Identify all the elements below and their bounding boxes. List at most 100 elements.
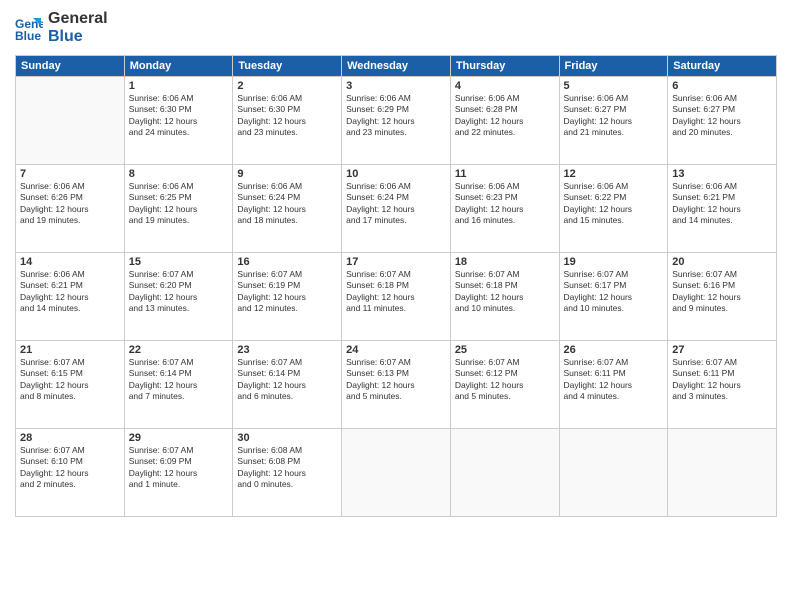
day-number: 19 (564, 256, 664, 268)
day-number: 11 (455, 168, 555, 180)
day-info: Sunrise: 6:07 AMSunset: 6:18 PMDaylight:… (346, 269, 446, 315)
day-cell: 16Sunrise: 6:07 AMSunset: 6:19 PMDayligh… (233, 252, 342, 340)
day-info: Sunrise: 6:06 AMSunset: 6:30 PMDaylight:… (129, 93, 229, 139)
day-cell: 10Sunrise: 6:06 AMSunset: 6:24 PMDayligh… (342, 164, 451, 252)
day-number: 2 (237, 80, 337, 92)
day-number: 15 (129, 256, 229, 268)
day-number: 25 (455, 344, 555, 356)
day-number: 7 (20, 168, 120, 180)
day-info: Sunrise: 6:06 AMSunset: 6:30 PMDaylight:… (237, 93, 337, 139)
day-info: Sunrise: 6:06 AMSunset: 6:23 PMDaylight:… (455, 181, 555, 227)
day-number: 9 (237, 168, 337, 180)
day-cell: 24Sunrise: 6:07 AMSunset: 6:13 PMDayligh… (342, 340, 451, 428)
svg-text:Blue: Blue (15, 29, 41, 42)
day-info: Sunrise: 6:07 AMSunset: 6:10 PMDaylight:… (20, 445, 120, 491)
day-info: Sunrise: 6:07 AMSunset: 6:18 PMDaylight:… (455, 269, 555, 315)
day-number: 17 (346, 256, 446, 268)
col-header-thursday: Thursday (450, 55, 559, 76)
day-cell: 3Sunrise: 6:06 AMSunset: 6:29 PMDaylight… (342, 76, 451, 164)
col-header-wednesday: Wednesday (342, 55, 451, 76)
day-info: Sunrise: 6:07 AMSunset: 6:11 PMDaylight:… (672, 357, 772, 403)
day-info: Sunrise: 6:07 AMSunset: 6:09 PMDaylight:… (129, 445, 229, 491)
day-number: 12 (564, 168, 664, 180)
col-header-monday: Monday (124, 55, 233, 76)
day-info: Sunrise: 6:08 AMSunset: 6:08 PMDaylight:… (237, 445, 337, 491)
day-cell: 17Sunrise: 6:07 AMSunset: 6:18 PMDayligh… (342, 252, 451, 340)
day-info: Sunrise: 6:06 AMSunset: 6:21 PMDaylight:… (672, 181, 772, 227)
day-cell (16, 76, 125, 164)
day-cell: 2Sunrise: 6:06 AMSunset: 6:30 PMDaylight… (233, 76, 342, 164)
day-number: 21 (20, 344, 120, 356)
day-info: Sunrise: 6:07 AMSunset: 6:19 PMDaylight:… (237, 269, 337, 315)
logo-line2: Blue (48, 28, 108, 46)
week-row-3: 14Sunrise: 6:06 AMSunset: 6:21 PMDayligh… (16, 252, 777, 340)
day-cell: 12Sunrise: 6:06 AMSunset: 6:22 PMDayligh… (559, 164, 668, 252)
col-header-saturday: Saturday (668, 55, 777, 76)
day-number: 16 (237, 256, 337, 268)
page-header: General Blue General Blue (15, 10, 777, 47)
col-header-tuesday: Tuesday (233, 55, 342, 76)
logo: General Blue General Blue (15, 10, 108, 47)
day-info: Sunrise: 6:07 AMSunset: 6:15 PMDaylight:… (20, 357, 120, 403)
day-cell: 19Sunrise: 6:07 AMSunset: 6:17 PMDayligh… (559, 252, 668, 340)
day-number: 8 (129, 168, 229, 180)
day-info: Sunrise: 6:06 AMSunset: 6:26 PMDaylight:… (20, 181, 120, 227)
week-row-1: 1Sunrise: 6:06 AMSunset: 6:30 PMDaylight… (16, 76, 777, 164)
day-cell: 20Sunrise: 6:07 AMSunset: 6:16 PMDayligh… (668, 252, 777, 340)
day-number: 27 (672, 344, 772, 356)
day-number: 22 (129, 344, 229, 356)
day-number: 30 (237, 432, 337, 444)
day-info: Sunrise: 6:06 AMSunset: 6:29 PMDaylight:… (346, 93, 446, 139)
week-row-4: 21Sunrise: 6:07 AMSunset: 6:15 PMDayligh… (16, 340, 777, 428)
day-info: Sunrise: 6:07 AMSunset: 6:12 PMDaylight:… (455, 357, 555, 403)
day-info: Sunrise: 6:06 AMSunset: 6:22 PMDaylight:… (564, 181, 664, 227)
day-info: Sunrise: 6:06 AMSunset: 6:21 PMDaylight:… (20, 269, 120, 315)
day-number: 5 (564, 80, 664, 92)
day-info: Sunrise: 6:06 AMSunset: 6:28 PMDaylight:… (455, 93, 555, 139)
week-row-2: 7Sunrise: 6:06 AMSunset: 6:26 PMDaylight… (16, 164, 777, 252)
day-info: Sunrise: 6:07 AMSunset: 6:17 PMDaylight:… (564, 269, 664, 315)
day-cell (668, 428, 777, 516)
day-cell: 26Sunrise: 6:07 AMSunset: 6:11 PMDayligh… (559, 340, 668, 428)
day-cell: 18Sunrise: 6:07 AMSunset: 6:18 PMDayligh… (450, 252, 559, 340)
day-number: 26 (564, 344, 664, 356)
day-cell: 30Sunrise: 6:08 AMSunset: 6:08 PMDayligh… (233, 428, 342, 516)
day-number: 29 (129, 432, 229, 444)
day-cell: 1Sunrise: 6:06 AMSunset: 6:30 PMDaylight… (124, 76, 233, 164)
day-cell: 14Sunrise: 6:06 AMSunset: 6:21 PMDayligh… (16, 252, 125, 340)
day-cell: 27Sunrise: 6:07 AMSunset: 6:11 PMDayligh… (668, 340, 777, 428)
week-row-5: 28Sunrise: 6:07 AMSunset: 6:10 PMDayligh… (16, 428, 777, 516)
day-cell: 22Sunrise: 6:07 AMSunset: 6:14 PMDayligh… (124, 340, 233, 428)
day-number: 24 (346, 344, 446, 356)
day-number: 14 (20, 256, 120, 268)
day-cell: 25Sunrise: 6:07 AMSunset: 6:12 PMDayligh… (450, 340, 559, 428)
day-number: 10 (346, 168, 446, 180)
day-cell: 23Sunrise: 6:07 AMSunset: 6:14 PMDayligh… (233, 340, 342, 428)
day-number: 3 (346, 80, 446, 92)
day-number: 28 (20, 432, 120, 444)
logo-line1: General (48, 10, 108, 28)
day-info: Sunrise: 6:06 AMSunset: 6:24 PMDaylight:… (346, 181, 446, 227)
day-number: 1 (129, 80, 229, 92)
day-cell (450, 428, 559, 516)
day-cell: 7Sunrise: 6:06 AMSunset: 6:26 PMDaylight… (16, 164, 125, 252)
day-cell: 8Sunrise: 6:06 AMSunset: 6:25 PMDaylight… (124, 164, 233, 252)
day-cell: 29Sunrise: 6:07 AMSunset: 6:09 PMDayligh… (124, 428, 233, 516)
day-info: Sunrise: 6:06 AMSunset: 6:25 PMDaylight:… (129, 181, 229, 227)
day-info: Sunrise: 6:07 AMSunset: 6:16 PMDaylight:… (672, 269, 772, 315)
day-number: 23 (237, 344, 337, 356)
day-info: Sunrise: 6:06 AMSunset: 6:27 PMDaylight:… (564, 93, 664, 139)
day-cell: 28Sunrise: 6:07 AMSunset: 6:10 PMDayligh… (16, 428, 125, 516)
day-cell: 15Sunrise: 6:07 AMSunset: 6:20 PMDayligh… (124, 252, 233, 340)
calendar-table: SundayMondayTuesdayWednesdayThursdayFrid… (15, 55, 777, 517)
day-cell: 11Sunrise: 6:06 AMSunset: 6:23 PMDayligh… (450, 164, 559, 252)
day-info: Sunrise: 6:07 AMSunset: 6:11 PMDaylight:… (564, 357, 664, 403)
day-cell: 9Sunrise: 6:06 AMSunset: 6:24 PMDaylight… (233, 164, 342, 252)
day-number: 13 (672, 168, 772, 180)
logo-icon: General Blue (15, 14, 43, 42)
day-info: Sunrise: 6:07 AMSunset: 6:20 PMDaylight:… (129, 269, 229, 315)
day-cell: 4Sunrise: 6:06 AMSunset: 6:28 PMDaylight… (450, 76, 559, 164)
day-info: Sunrise: 6:06 AMSunset: 6:24 PMDaylight:… (237, 181, 337, 227)
day-info: Sunrise: 6:07 AMSunset: 6:13 PMDaylight:… (346, 357, 446, 403)
day-cell: 13Sunrise: 6:06 AMSunset: 6:21 PMDayligh… (668, 164, 777, 252)
